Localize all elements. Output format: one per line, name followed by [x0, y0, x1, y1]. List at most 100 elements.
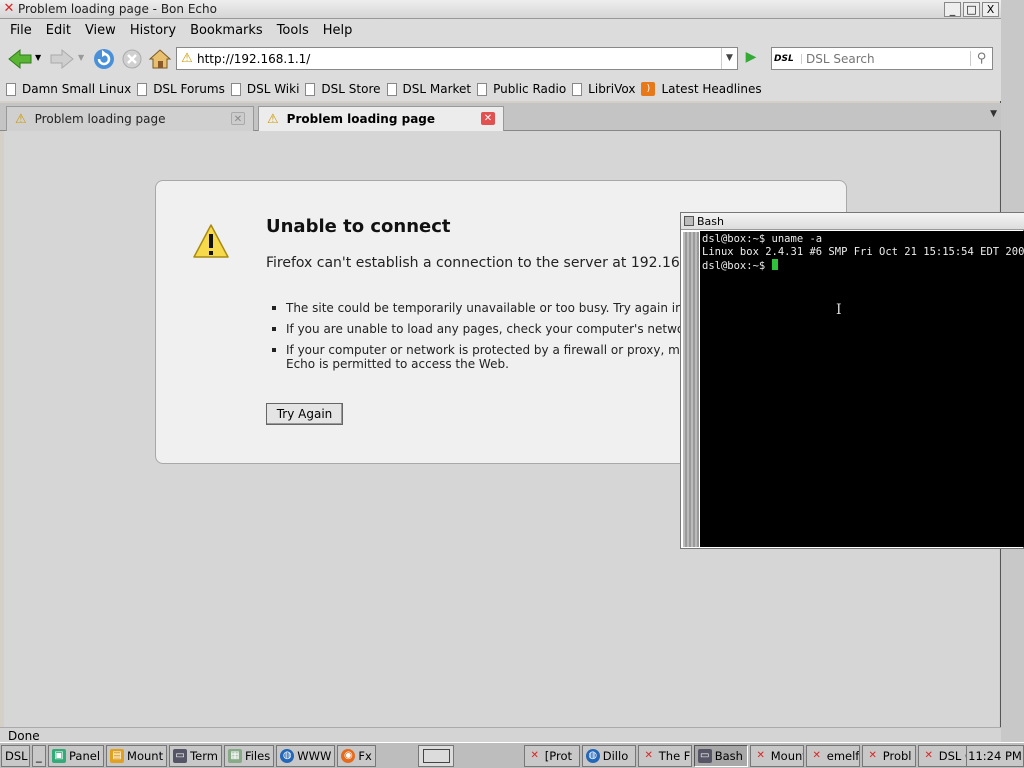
tab-close-icon[interactable]: ✕ [231, 112, 245, 125]
terminal-icon: ▭ [173, 748, 188, 763]
menu-view[interactable]: View [85, 23, 116, 38]
x-icon: ✕ [644, 749, 653, 761]
page-icon [572, 82, 583, 96]
launcher-files[interactable]: ▦ Files [223, 744, 275, 767]
page-icon [230, 82, 241, 96]
bookmark-dsl-wiki[interactable]: DSL Wiki [230, 82, 299, 96]
menu-file[interactable]: File [10, 23, 32, 38]
terminal-screen[interactable]: dsl@box:~$ uname -a Linux box 2.4.31 #6 S… [700, 231, 1024, 547]
desktop: ✕ Problem loading page - Bon Echo _ □ X … [0, 0, 1024, 768]
globe-icon: ◍ [585, 748, 600, 763]
back-button[interactable] [6, 45, 34, 73]
stop-button[interactable] [118, 45, 146, 73]
try-again-button[interactable]: Try Again [266, 403, 343, 425]
warning-icon: ⚠ [181, 51, 193, 66]
tab-close-icon[interactable]: ✕ [481, 112, 495, 125]
search-icon[interactable]: ⚲ [970, 51, 992, 66]
search-bar[interactable]: DSL ⚲ [771, 47, 993, 70]
warning-triangle-icon [193, 224, 229, 258]
bookmark-dsl-store[interactable]: DSL Store [305, 82, 381, 96]
task-probl[interactable]: ✕ Probl [861, 744, 916, 767]
bookmark-public-radio[interactable]: Public Radio [477, 82, 566, 96]
stop-icon [122, 49, 142, 69]
terminal-scrollbar[interactable] [683, 232, 699, 547]
desktop-pager[interactable] [417, 744, 454, 767]
menu-bar: File Edit View History Bookmarks Tools H… [0, 19, 1001, 41]
error-title: Unable to connect [266, 216, 451, 237]
bash-terminal-window[interactable]: Bash dsl@box:~$ uname -a Linux box 2.4.31… [680, 212, 1024, 549]
home-button[interactable] [146, 45, 174, 73]
menu-bookmarks[interactable]: Bookmarks [190, 23, 263, 38]
terminal-cursor [771, 259, 778, 270]
launcher-panel[interactable]: ▣ Panel [48, 744, 105, 767]
menu-history[interactable]: History [130, 23, 176, 38]
tab-problem-loading-2[interactable]: ⚠ Problem loading page ✕ [258, 106, 504, 131]
back-history-icon[interactable]: ▼ [35, 53, 41, 62]
home-icon [148, 49, 172, 69]
reload-button[interactable] [90, 45, 118, 73]
minimize-button[interactable]: _ [944, 1, 961, 17]
bookmark-damn-small-linux[interactable]: Damn Small Linux [6, 82, 131, 96]
forward-history-icon[interactable]: ▼ [78, 53, 84, 62]
bookmark-dsl-market[interactable]: DSL Market [386, 82, 471, 96]
bookmark-dsl-forums[interactable]: DSL Forums [137, 82, 225, 96]
menu-edit[interactable]: Edit [46, 23, 71, 38]
task-dsl-c[interactable]: ✕DSL C [917, 744, 968, 767]
go-button[interactable]: ▶ [742, 49, 760, 67]
terminal-icon: ▭ [697, 748, 712, 763]
launcher-firefox[interactable]: ◉ Fx [337, 744, 376, 767]
text-cursor-icon: I [836, 302, 842, 318]
bookmarks-toolbar: Damn Small Linux DSL Forums DSL Wiki DSL… [0, 77, 1001, 101]
launcher-mount[interactable]: ▤ Mount [106, 744, 168, 767]
maximize-button[interactable]: □ [963, 1, 980, 17]
back-arrow-icon [8, 48, 32, 70]
x-icon: ✕ [924, 749, 933, 761]
panel-icon: ▣ [52, 748, 66, 763]
bookmark-librivox[interactable]: LibriVox [572, 82, 635, 96]
url-dropdown-icon[interactable]: ▼ [721, 48, 737, 69]
forward-button[interactable] [48, 45, 76, 73]
mount-icon: ▤ [110, 748, 125, 763]
bookmark-latest-headlines[interactable]: ) Latest Headlines [641, 82, 762, 96]
pager-window-icon [422, 748, 450, 763]
terminal-title-bar[interactable]: Bash [681, 213, 1024, 230]
globe-icon: ◍ [280, 748, 295, 763]
warning-icon: ⚠ [267, 111, 279, 127]
tab-problem-loading-1[interactable]: ⚠ Problem loading page ✕ [6, 106, 254, 131]
terminal-prompt-line: dsl@box:~$ [702, 259, 1023, 273]
start-button[interactable]: DSL [1, 744, 30, 767]
terminal-line: dsl@box:~$ uname -a [702, 233, 823, 245]
close-button[interactable]: X [982, 1, 999, 17]
search-input[interactable] [802, 51, 970, 66]
navigation-toolbar: ▼ ▼ ⚠ ▼ ▶ DSL ⚲ [0, 41, 1001, 77]
task-prot[interactable]: ✕ [Prot [523, 744, 580, 767]
error-description: Firefox can't establish a connection to … [266, 255, 720, 271]
terminal-prompt: dsl@box:~$ [702, 260, 772, 272]
x-icon: ✕ [756, 749, 765, 761]
launcher-www[interactable]: ◍ WWW [276, 744, 336, 767]
terminal-window-icon[interactable] [684, 216, 694, 226]
url-input[interactable] [197, 51, 721, 66]
task-bash[interactable]: ▭ Bash [693, 744, 748, 767]
page-icon [386, 82, 397, 96]
firefox-icon: ◉ [341, 748, 356, 763]
reload-icon [94, 49, 114, 69]
taskbar-clock[interactable]: 11:24 PM [966, 745, 1024, 767]
terminal-line: Linux box 2.4.31 #6 SMP Fri Oct 21 15:15… [702, 246, 1024, 258]
task-dillo[interactable]: ◍ Dillo [581, 744, 636, 767]
tab-list-dropdown-icon[interactable]: ▼ [990, 109, 997, 119]
task-mount[interactable]: ✕ Mount [749, 744, 804, 767]
files-icon: ▦ [227, 748, 242, 763]
url-bar[interactable]: ⚠ ▼ [176, 47, 738, 70]
launcher-term[interactable]: ▭ Term [169, 744, 222, 767]
menu-help[interactable]: Help [323, 23, 353, 38]
search-engine-selector[interactable]: DSL [772, 53, 802, 64]
title-bar[interactable]: ✕ Problem loading page - Bon Echo _ □ X [0, 0, 1001, 19]
task-emelf[interactable]: ✕ emelf [805, 744, 860, 767]
task-the-f[interactable]: ✕ The F [637, 744, 692, 767]
menu-tools[interactable]: Tools [277, 23, 309, 38]
app-x-icon: ✕ [3, 1, 15, 16]
page-icon [6, 82, 16, 96]
x-icon: ✕ [868, 749, 877, 761]
show-desktop-button[interactable]: _ [32, 744, 46, 767]
